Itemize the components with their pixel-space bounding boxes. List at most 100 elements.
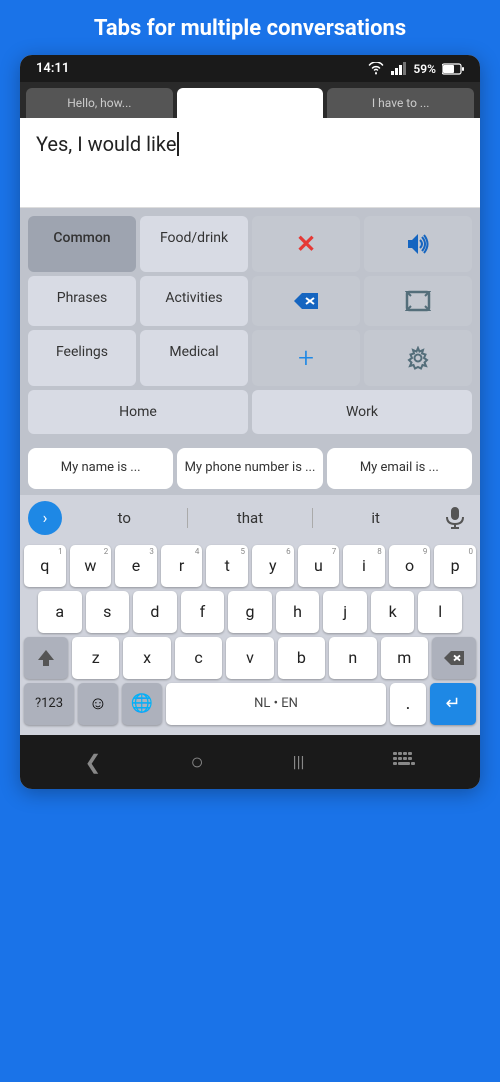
suggestion-that[interactable]: that: [192, 503, 309, 533]
status-time: 14:11: [36, 61, 69, 76]
key-enter[interactable]: ↵: [430, 683, 476, 725]
tab-2-active[interactable]: [177, 88, 324, 118]
key-g[interactable]: g: [228, 591, 272, 633]
key-row-1: 1 q 2 w 3 e 4 r 5 t 6 y: [20, 541, 480, 589]
phrase-bar: My name is ... My phone number is ... My…: [20, 442, 480, 495]
key-e[interactable]: 3 e: [115, 545, 157, 587]
key-i[interactable]: 8 i: [343, 545, 385, 587]
key-f[interactable]: f: [181, 591, 225, 633]
num-hint-1: 1: [58, 547, 63, 556]
key-h[interactable]: h: [276, 591, 320, 633]
key-p[interactable]: 0 p: [434, 545, 476, 587]
status-right: 59%: [367, 62, 464, 76]
num-hint-4: 4: [195, 547, 200, 556]
key-space[interactable]: NL • EN: [166, 683, 386, 725]
suggestion-it[interactable]: it: [317, 503, 434, 533]
cat-medical[interactable]: Medical: [140, 330, 248, 386]
key-b[interactable]: b: [278, 637, 325, 679]
key-w[interactable]: 2 w: [70, 545, 112, 587]
key-keyboard-backspace[interactable]: [432, 637, 476, 679]
gear-icon: [406, 346, 430, 370]
suggestion-bar: › to that it: [20, 495, 480, 541]
go-button[interactable]: ›: [28, 501, 62, 535]
app-header: Tabs for multiple conversations: [0, 0, 500, 55]
key-l[interactable]: l: [418, 591, 462, 633]
mic-button[interactable]: [438, 501, 472, 535]
cat-activities[interactable]: Activities: [140, 276, 248, 326]
key-o[interactable]: 9 o: [389, 545, 431, 587]
bottom-nav: ❮ ○ |||: [20, 735, 480, 789]
category-grid: Common Food/drink ✕ Phrases Activities: [20, 208, 480, 442]
home-circle-icon: ○: [190, 750, 203, 775]
recent-icon: |||: [293, 752, 305, 771]
globe-icon: 🌐: [131, 693, 153, 714]
backspace-icon: [292, 291, 320, 311]
key-j[interactable]: j: [323, 591, 367, 633]
key-shift[interactable]: [24, 637, 68, 679]
key-k[interactable]: k: [371, 591, 415, 633]
enter-icon: ↵: [445, 693, 460, 714]
phrase-phone[interactable]: My phone number is ...: [177, 448, 322, 489]
key-lang[interactable]: 🌐: [122, 683, 162, 725]
key-emoji[interactable]: ☺: [78, 683, 118, 725]
cat-home[interactable]: Home: [28, 390, 248, 434]
key-d[interactable]: d: [133, 591, 177, 633]
mic-icon: [445, 506, 465, 530]
key-t[interactable]: 5 t: [206, 545, 248, 587]
key-123[interactable]: ?123: [24, 683, 74, 725]
cat-add-btn[interactable]: +: [252, 330, 360, 386]
nav-back-btn[interactable]: ❮: [65, 746, 122, 778]
key-y[interactable]: 6 y: [252, 545, 294, 587]
status-bar: 14:11 59%: [20, 55, 480, 82]
key-v[interactable]: v: [226, 637, 273, 679]
num-hint-2: 2: [104, 547, 109, 556]
cat-close-btn[interactable]: ✕: [252, 216, 360, 272]
cat-expand-btn[interactable]: [364, 276, 472, 326]
cat-settings-btn[interactable]: [364, 330, 472, 386]
suggestion-to[interactable]: to: [66, 503, 183, 533]
key-x[interactable]: x: [123, 637, 170, 679]
key-r[interactable]: 4 r: [161, 545, 203, 587]
phrase-email[interactable]: My email is ...: [327, 448, 472, 489]
cat-food-drink[interactable]: Food/drink: [140, 216, 248, 272]
key-c[interactable]: c: [175, 637, 222, 679]
key-dot[interactable]: .: [390, 683, 426, 725]
key-q[interactable]: 1 q: [24, 545, 66, 587]
num-hint-5: 5: [241, 547, 246, 556]
cat-sound-btn[interactable]: [364, 216, 472, 272]
nav-keyboard-btn[interactable]: [373, 748, 435, 776]
num-hint-0: 0: [468, 547, 473, 556]
key-n[interactable]: n: [329, 637, 376, 679]
plus-icon: +: [298, 344, 314, 372]
tab-3[interactable]: I have to ...: [327, 88, 474, 118]
key-row-2: a s d f g h j k l: [20, 589, 480, 635]
phrase-name[interactable]: My name is ...: [28, 448, 173, 489]
cat-feelings[interactable]: Feelings: [28, 330, 136, 386]
cat-work[interactable]: Work: [252, 390, 472, 434]
text-input-area[interactable]: Yes, I would like: [20, 118, 480, 208]
cat-backspace-btn[interactable]: [252, 276, 360, 326]
phone-screen: 14:11 59% Hello, how...: [20, 55, 480, 789]
chevron-down-icon: ❮: [85, 750, 102, 774]
key-u[interactable]: 7 u: [298, 545, 340, 587]
key-z[interactable]: z: [72, 637, 119, 679]
tab-1[interactable]: Hello, how...: [26, 88, 173, 118]
wifi-icon: [367, 62, 385, 75]
num-hint-7: 7: [332, 547, 337, 556]
key-row-bottom: ?123 ☺ 🌐 NL • EN . ↵: [20, 681, 480, 731]
nav-recent-btn[interactable]: |||: [273, 748, 325, 775]
key-m[interactable]: m: [381, 637, 428, 679]
sugg-divider-2: [312, 508, 313, 528]
nav-home-btn[interactable]: ○: [170, 745, 223, 779]
num-hint-3: 3: [149, 547, 154, 556]
key-a[interactable]: a: [38, 591, 82, 633]
tab-bar: Hello, how... I have to ...: [20, 82, 480, 118]
cat-common[interactable]: Common: [28, 216, 136, 272]
typed-text: Yes, I would like: [36, 132, 176, 156]
sugg-divider-1: [187, 508, 188, 528]
chevron-right-icon: ›: [43, 508, 48, 527]
cat-phrases[interactable]: Phrases: [28, 276, 136, 326]
key-s[interactable]: s: [86, 591, 130, 633]
header-title: Tabs for multiple conversations: [94, 16, 406, 41]
expand-icon: [405, 290, 431, 312]
